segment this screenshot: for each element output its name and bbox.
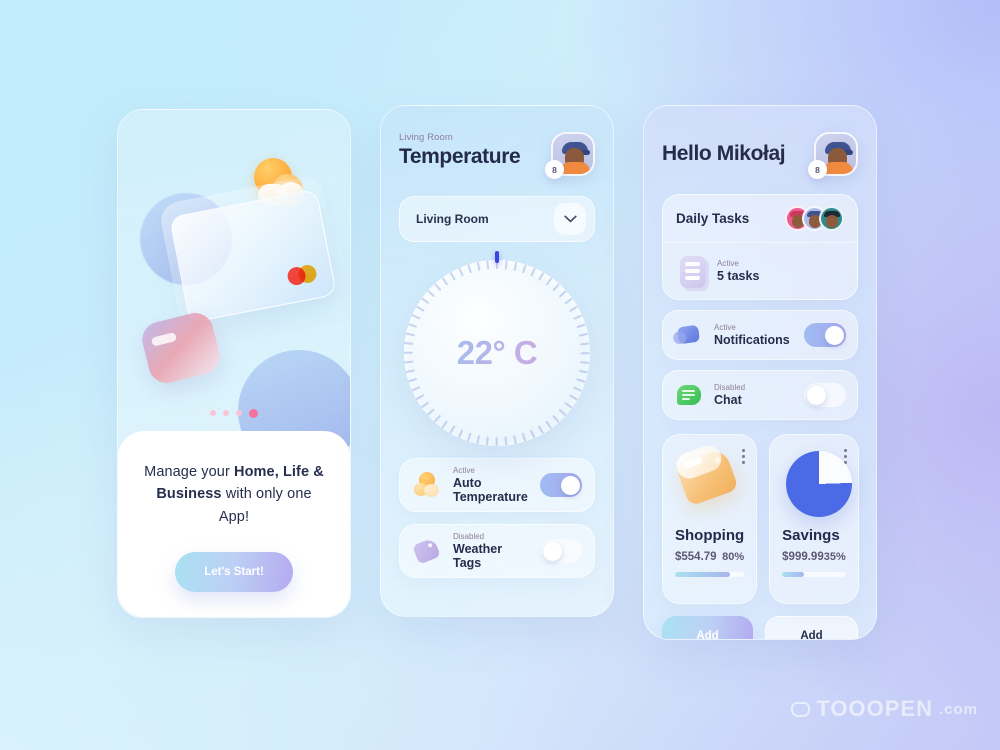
pager-dot[interactable] <box>210 410 216 416</box>
setting-state: Disabled <box>453 532 485 541</box>
tasks-texts: Active 5 tasks <box>717 259 844 283</box>
add-savings-button[interactable]: Add <box>765 616 858 639</box>
phone-screen-onboarding: Manage your Home, Life & Business with o… <box>117 109 351 618</box>
setting-row-weather-tags[interactable]: Disabled Weather Tags <box>399 524 595 578</box>
site-watermark: TOOOPEN .com <box>791 696 978 722</box>
tag-icon <box>412 536 442 566</box>
money-card-shopping[interactable]: Shopping $554.79 80% <box>662 434 758 604</box>
watermark-suffix: .com <box>938 700 978 718</box>
switch-label: Notifications <box>714 333 790 347</box>
switch-row-chat[interactable]: Disabled Chat <box>662 370 858 420</box>
avatar[interactable]: 8 <box>545 132 595 179</box>
pie-chart-icon <box>782 447 853 521</box>
money-card-meta: $554.79 80% <box>675 551 744 563</box>
tasks-state: Active <box>717 259 739 268</box>
switch-texts: Active Notifications <box>714 323 794 347</box>
money-cards: Shopping $554.79 80% Savings $999.99 35% <box>662 434 859 604</box>
daily-tasks-card[interactable]: Daily Tasks Active 5 tasks <box>662 194 858 300</box>
bell-icon <box>674 320 704 350</box>
money-card-progress <box>782 572 846 577</box>
home-header: Hello Mikołaj 8 <box>662 132 858 179</box>
chat-icon <box>674 380 704 410</box>
onboarding-headline: Manage your Home, Life & Business with o… <box>140 461 328 528</box>
onboarding-cta-panel: Manage your Home, Life & Business with o… <box>118 431 350 617</box>
money-card-savings[interactable]: Savings $999.99 35% <box>769 434 859 604</box>
setting-state: Active <box>453 466 475 475</box>
switch-label: Chat <box>714 393 742 407</box>
setting-label: Weather Tags <box>453 542 503 570</box>
money-card-amount: $999.99 <box>782 551 824 563</box>
setting-row-auto-temperature[interactable]: Active Auto Temperature <box>399 458 595 512</box>
watermark-text: TOOOPEN <box>816 696 933 721</box>
greeting-title: Hello Mikołaj <box>662 142 786 165</box>
temperature-dial[interactable]: 22° C <box>404 251 590 446</box>
pager-dot[interactable] <box>223 410 229 416</box>
money-card-percent: 35% <box>823 551 846 563</box>
switch-texts: Disabled Chat <box>714 383 794 407</box>
lets-start-button[interactable]: Let's Start! <box>175 552 293 593</box>
room-select[interactable]: Living Room <box>399 196 595 242</box>
money-card-title: Savings <box>782 527 840 544</box>
task-members-avatars[interactable] <box>785 206 844 231</box>
temperature-header-texts: Living Room Temperature <box>399 132 521 169</box>
daily-tasks-summary-row: Active 5 tasks <box>663 243 857 299</box>
switch-state: Disabled <box>714 383 746 392</box>
setting-label: Auto Temperature <box>453 476 528 504</box>
switch-state: Active <box>714 323 736 332</box>
add-buttons-row: Add Add <box>662 616 858 639</box>
money-card-progress <box>675 572 745 577</box>
avatar-badge: 8 <box>808 160 827 179</box>
member-avatar[interactable] <box>819 206 844 231</box>
money-card-title: Shopping <box>675 527 745 544</box>
chevron-down-icon[interactable] <box>554 203 586 235</box>
daily-tasks-header: Daily Tasks <box>663 195 857 243</box>
toggle-chat[interactable] <box>804 383 846 407</box>
tasks-count: 5 tasks <box>717 269 760 283</box>
temperature-eyebrow: Living Room <box>399 132 453 143</box>
toggle-weather-tags[interactable] <box>540 539 582 563</box>
dial-value: 22° C <box>404 260 590 446</box>
money-card-amount: $554.79 <box>675 551 717 563</box>
wallet-icon <box>138 309 224 387</box>
avatar-badge: 8 <box>545 160 564 179</box>
toggle-notifications[interactable] <box>804 323 846 347</box>
toggle-auto-temperature[interactable] <box>540 473 582 497</box>
setting-texts: Disabled Weather Tags <box>453 532 529 570</box>
pager-dot[interactable] <box>236 410 242 416</box>
add-shopping-button[interactable]: Add <box>662 616 753 639</box>
watermark-logo-icon <box>791 701 811 717</box>
pager-dots[interactable] <box>118 408 350 418</box>
room-select-value: Living Room <box>416 212 489 226</box>
switch-row-notifications[interactable]: Active Notifications <box>662 310 858 360</box>
phone-screen-temperature: Living Room Temperature 8 Living Room 22… <box>380 105 614 617</box>
setting-texts: Active Auto Temperature <box>453 466 529 504</box>
price-tag-icon <box>672 441 744 521</box>
pager-dot-active[interactable] <box>249 408 258 418</box>
money-card-meta: $999.99 35% <box>782 551 846 563</box>
headline-part-3: with only one App! <box>218 486 312 525</box>
headline-part-1: Manage your <box>144 464 235 480</box>
sun-icon <box>412 470 442 500</box>
phone-screen-home: Hello Mikołaj 8 Daily Tasks Active 5 tas… <box>643 105 877 640</box>
daily-tasks-title: Daily Tasks <box>676 211 750 226</box>
money-card-percent: 80% <box>722 551 745 563</box>
temperature-header: Living Room Temperature 8 <box>399 132 595 179</box>
avatar[interactable]: 8 <box>808 132 858 179</box>
tasks-icon <box>676 254 706 288</box>
page-title: Temperature <box>399 145 521 168</box>
